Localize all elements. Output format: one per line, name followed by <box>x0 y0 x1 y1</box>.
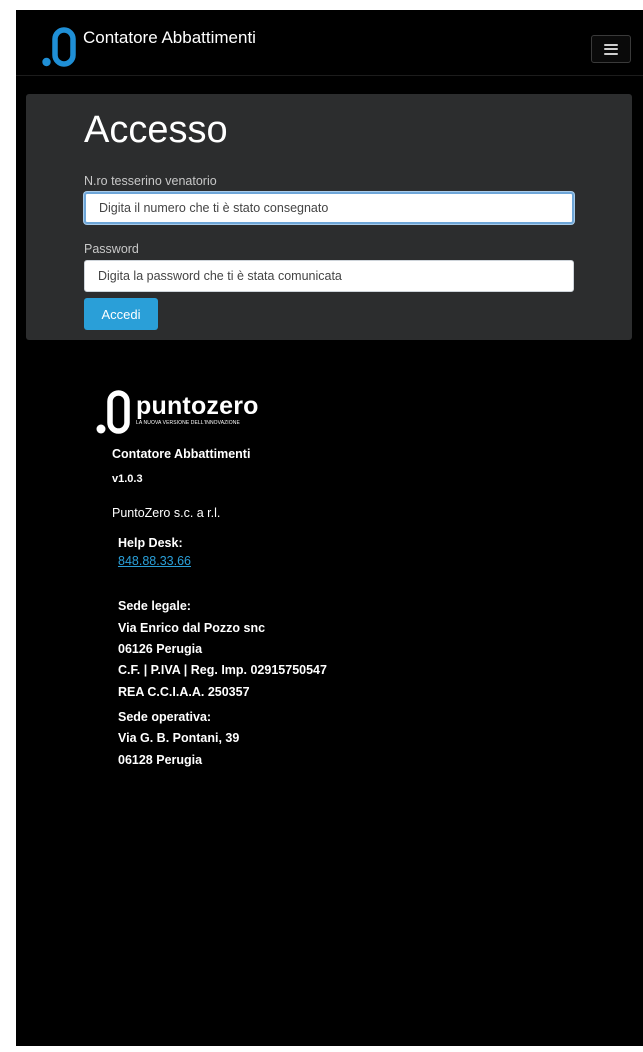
operative-office-city: 06128 Perugia <box>118 753 203 767</box>
card-number-input[interactable] <box>84 192 574 224</box>
footer-app-name: Contatore Abbattimenti <box>112 447 251 461</box>
legal-office-address: Via Enrico dal Pozzo snc <box>118 621 266 635</box>
login-button[interactable]: Accedi <box>84 298 158 330</box>
brand-title: Contatore Abbattimenti <box>83 28 256 47</box>
footer-company: PuntoZero s.c. a r.l. <box>112 506 221 520</box>
puntozero-mark-icon <box>96 390 130 434</box>
puntozero-logo-icon <box>42 27 76 67</box>
app-frame: Contatore Abbattimenti Accesso N.ro tess… <box>16 10 643 1046</box>
logo-name: puntozero <box>136 392 259 420</box>
password-label: Password <box>84 242 139 256</box>
page-title: Accesso <box>84 109 228 151</box>
legal-office-city: 06126 Perugia <box>118 642 203 656</box>
operative-office-address: Via G. B. Pontani, 39 <box>118 731 240 745</box>
hamburger-menu-icon <box>604 43 618 55</box>
menu-toggle-button[interactable] <box>591 35 631 63</box>
operative-office-label: Sede operativa: <box>118 710 212 724</box>
card-number-label: N.ro tesserino venatorio <box>84 174 217 188</box>
helpdesk-label: Help Desk: <box>118 536 183 550</box>
legal-office-label: Sede legale: <box>118 599 191 613</box>
password-input[interactable] <box>84 260 574 292</box>
footer-version: v1.0.3 <box>112 473 143 485</box>
logo-tagline: LA NUOVA VERSIONE DELL'INNOVAZIONE <box>136 420 240 426</box>
login-panel: Accesso N.ro tesserino venatorio Passwor… <box>26 94 632 340</box>
puntozero-brand-logo: puntozero LA NUOVA VERSIONE DELL'INNOVAZ… <box>96 390 259 434</box>
legal-office-tax-ids: C.F. | P.IVA | Reg. Imp. 02915750547 <box>118 663 327 677</box>
navbar: Contatore Abbattimenti <box>16 10 643 76</box>
helpdesk-phone-link[interactable]: 848.88.33.66 <box>118 554 191 568</box>
brand-link[interactable]: Contatore Abbattimenti <box>42 27 256 67</box>
legal-office-rea: REA C.C.I.A.A. 250357 <box>118 685 250 699</box>
puntozero-wordmark: puntozero LA NUOVA VERSIONE DELL'INNOVAZ… <box>136 393 259 426</box>
